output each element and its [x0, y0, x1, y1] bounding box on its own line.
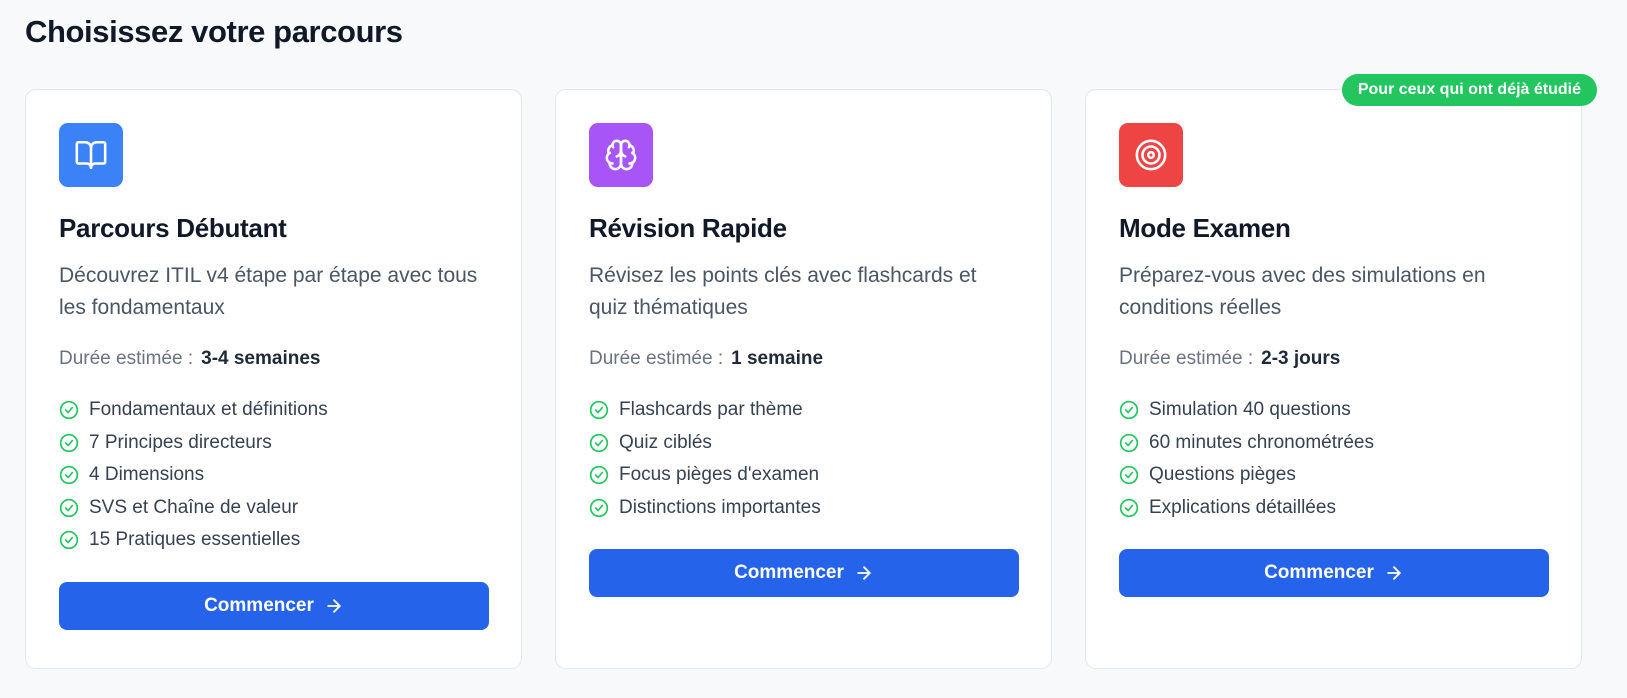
- check-circle-icon: [1119, 466, 1139, 485]
- card-description: Préparez-vous avec des simulations en co…: [1119, 264, 1486, 319]
- start-button[interactable]: Commencer: [1119, 549, 1549, 597]
- feature-text: Distinctions importantes: [619, 496, 821, 518]
- card-description: Révisez les points clés avec flashcards …: [589, 264, 977, 319]
- brain-icon: [589, 123, 653, 187]
- check-circle-icon: [589, 466, 609, 485]
- duration-value: 3-4 semaines: [201, 348, 321, 369]
- check-circle-icon: [589, 401, 609, 420]
- book-open-icon: [59, 123, 123, 187]
- arrow-right-icon: [327, 598, 341, 613]
- feature-text: 7 Principes directeurs: [89, 431, 272, 453]
- feature-text: 15 Pratiques essentielles: [89, 529, 301, 551]
- feature-list: Flashcards par thème Quiz ciblés Focus p…: [589, 394, 1018, 524]
- arrow-right-icon: [857, 566, 871, 580]
- card-quick-review: Révision Rapide Révisez les points clés …: [555, 89, 1052, 669]
- list-item: SVS et Chaîne de valeur: [59, 492, 488, 525]
- path-cards: Parcours Débutant Découvrez ITIL v4 étap…: [25, 74, 1597, 669]
- duration: Durée estimée : 1 semaine: [589, 348, 1018, 370]
- card-title: Mode Examen: [1119, 213, 1291, 243]
- duration-value: 1 semaine: [731, 348, 824, 369]
- check-circle-icon: [59, 531, 79, 550]
- duration-label: Durée estimée :: [59, 348, 194, 369]
- list-item: Questions pièges: [1119, 459, 1548, 492]
- card-title: Révision Rapide: [589, 213, 787, 243]
- list-item: Distinctions importantes: [589, 492, 1018, 525]
- feature-text: SVS et Chaîne de valeur: [89, 496, 299, 518]
- target-icon: [1119, 123, 1183, 187]
- list-item: Fondamentaux et définitions: [59, 394, 488, 427]
- check-circle-icon: [59, 498, 79, 517]
- start-button-label: Commencer: [734, 562, 844, 583]
- check-circle-icon: [59, 401, 79, 420]
- list-item: Simulation 40 questions: [1119, 394, 1548, 427]
- list-item: Explications détaillées: [1119, 492, 1548, 525]
- list-item: Quiz ciblés: [589, 427, 1018, 460]
- card-exam-mode: Pour ceux qui ont déjà étudié Mode Exame…: [1085, 74, 1597, 669]
- feature-text: Explications détaillées: [1149, 496, 1336, 518]
- list-item: 4 Dimensions: [59, 459, 488, 492]
- duration-label: Durée estimée :: [589, 348, 724, 369]
- feature-text: Fondamentaux et définitions: [89, 399, 328, 421]
- feature-text: Flashcards par thème: [619, 399, 803, 421]
- feature-text: Questions pièges: [1149, 464, 1296, 486]
- feature-list: Simulation 40 questions 60 minutes chron…: [1119, 394, 1548, 524]
- feature-text: Focus pièges d'examen: [619, 464, 820, 486]
- duration-label: Durée estimée :: [1119, 348, 1254, 369]
- recommendation-badge: Pour ceux qui ont déjà étudié: [1341, 74, 1597, 106]
- check-circle-icon: [59, 433, 79, 452]
- feature-text: 4 Dimensions: [89, 464, 205, 486]
- check-circle-icon: [1119, 433, 1139, 452]
- check-circle-icon: [1119, 498, 1139, 517]
- feature-text: Simulation 40 questions: [1149, 399, 1351, 421]
- duration-value: 2-3 jours: [1261, 348, 1341, 369]
- start-button-label: Commencer: [204, 594, 314, 616]
- feature-text: Quiz ciblés: [619, 431, 712, 453]
- check-circle-icon: [1119, 401, 1139, 420]
- start-button[interactable]: Commencer: [59, 581, 489, 630]
- list-item: Focus pièges d'examen: [589, 459, 1018, 492]
- feature-text: 60 minutes chronométrées: [1149, 431, 1374, 453]
- duration: Durée estimée : 2-3 jours: [1119, 348, 1548, 370]
- card-beginner: Parcours Débutant Découvrez ITIL v4 étap…: [25, 89, 522, 669]
- list-item: Flashcards par thème: [589, 394, 1018, 427]
- page: Choisissez votre parcours Parcours Début…: [0, 0, 1627, 698]
- check-circle-icon: [589, 498, 609, 517]
- feature-list: Fondamentaux et définitions 7 Principes …: [59, 394, 488, 557]
- start-button[interactable]: Commencer: [589, 549, 1019, 597]
- card-title: Parcours Débutant: [59, 213, 287, 243]
- duration: Durée estimée : 3-4 semaines: [59, 348, 488, 370]
- start-button-label: Commencer: [1264, 562, 1374, 583]
- check-circle-icon: [59, 466, 79, 485]
- list-item: 15 Pratiques essentielles: [59, 524, 488, 557]
- list-item: 7 Principes directeurs: [59, 427, 488, 460]
- page-title: Choisissez votre parcours: [25, 14, 403, 49]
- list-item: 60 minutes chronométrées: [1119, 427, 1548, 460]
- card-description: Découvrez ITIL v4 étape par étape avec t…: [59, 264, 478, 319]
- check-circle-icon: [589, 433, 609, 452]
- arrow-right-icon: [1387, 566, 1401, 580]
